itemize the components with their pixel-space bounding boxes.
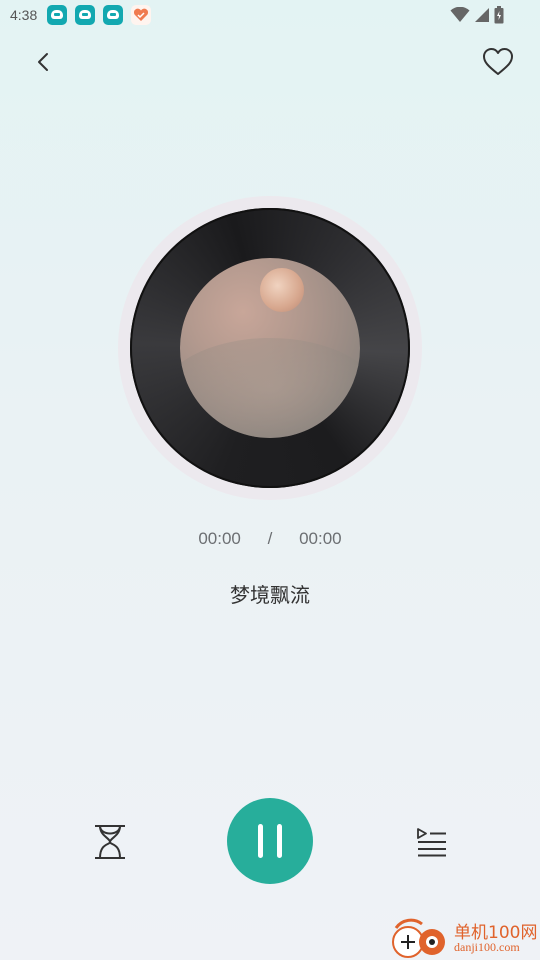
album-disc xyxy=(118,196,422,500)
hourglass-icon xyxy=(95,825,125,859)
back-button[interactable] xyxy=(24,44,64,80)
heart-app-icon xyxy=(131,5,151,25)
playback-time: 00:00 / 00:00 xyxy=(0,529,540,549)
pause-icon xyxy=(258,824,282,858)
watermark-logo-icon xyxy=(392,918,445,958)
watermark: 单机100网 danji100.com xyxy=(388,916,540,960)
favorite-button[interactable] xyxy=(478,44,518,80)
chevron-left-icon xyxy=(38,53,48,71)
playlist-button[interactable] xyxy=(410,820,454,864)
cover-moon xyxy=(260,268,304,312)
album-cover-image xyxy=(180,258,360,438)
app-notification-icon xyxy=(47,5,67,25)
sleep-timer-button[interactable] xyxy=(88,820,132,864)
signal-icon xyxy=(474,7,490,28)
notification-icons xyxy=(47,5,151,25)
heart-outline-icon xyxy=(483,48,513,75)
status-right-icons xyxy=(450,6,504,29)
status-bar: 4:38 xyxy=(0,0,540,32)
playlist-icon xyxy=(417,828,446,857)
wifi-icon xyxy=(450,6,470,28)
battery-icon xyxy=(494,6,504,29)
total-time: 00:00 xyxy=(299,529,342,548)
app-notification-icon xyxy=(75,5,95,25)
play-pause-button[interactable] xyxy=(227,798,313,884)
current-time: 00:00 xyxy=(198,529,241,548)
app-notification-icon xyxy=(103,5,123,25)
cover-clouds xyxy=(180,338,360,438)
status-time: 4:38 xyxy=(10,7,38,23)
watermark-url: danji100.com xyxy=(454,940,520,954)
time-separator: / xyxy=(267,529,273,548)
track-title: 梦境飘流 xyxy=(230,583,310,607)
